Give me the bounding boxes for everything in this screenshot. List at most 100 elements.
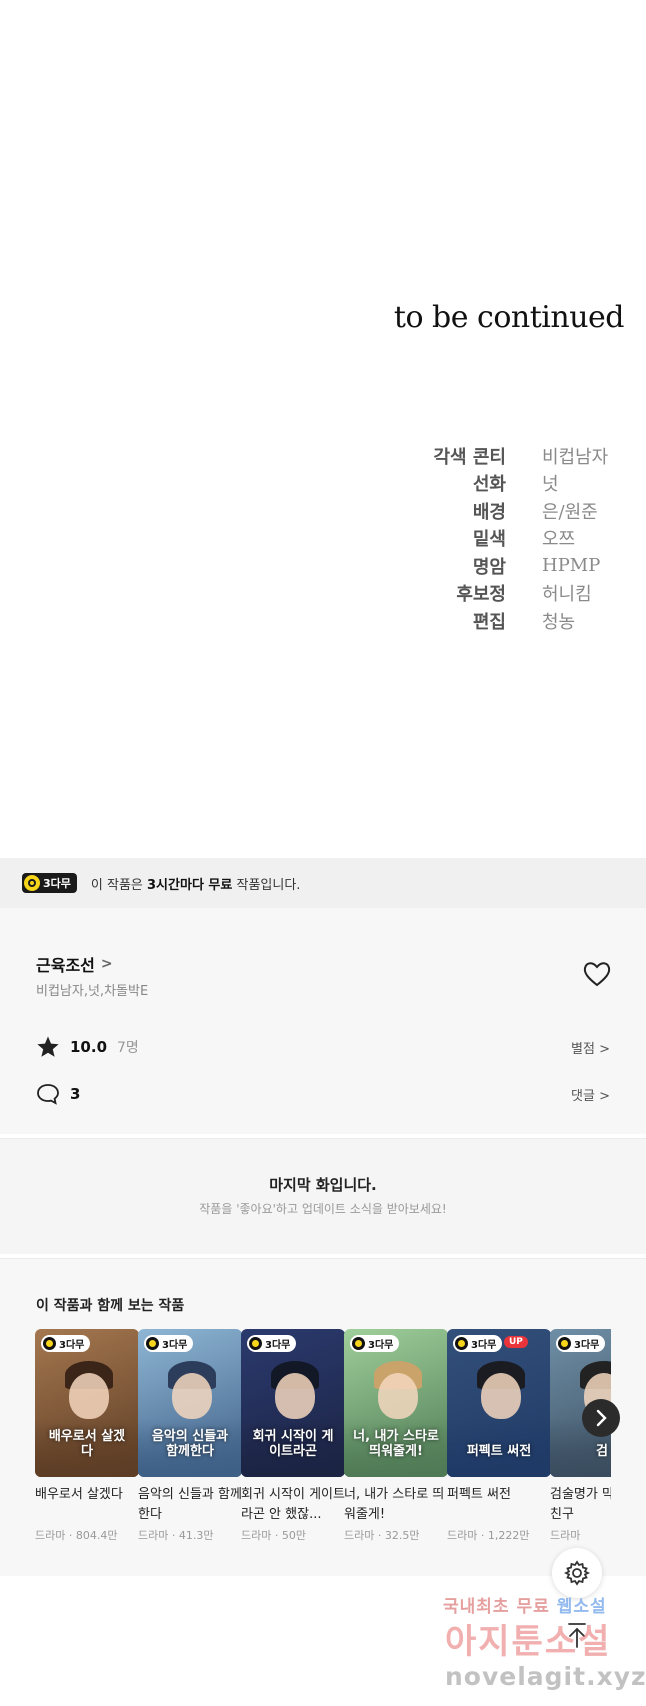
chevron-right-icon: >: [100, 956, 113, 972]
last-episode-subtitle: 작품을 '좋아요'하고 업데이트 소식을 받아보세요!: [199, 1202, 447, 1216]
credit-row: 선화 넛: [420, 470, 608, 498]
credit-name: 청농: [542, 611, 576, 633]
card-meta: 드라마 · 50만: [241, 1529, 306, 1542]
thumbnail-title: 너, 내가 스타로 띄워줄게!: [353, 1429, 439, 1459]
credit-role: 명암: [472, 556, 506, 578]
work-authors: 비컵남자,넛,차돌박E: [36, 984, 149, 999]
recommendation-card[interactable]: 회귀 시작이 게이트라곤 3다무회귀 시작이 게이트라곤 안 했잖... 드라마 ·…: [241, 1329, 345, 1543]
rating-count: 7명: [117, 1040, 139, 1056]
thumbnail-art: [378, 1373, 418, 1419]
free-banner-text: 이 작품은 3시간마다 무료 작품입니다.: [91, 874, 301, 893]
last-episode-title: 마지막 화입니다.: [269, 1176, 377, 1194]
clock-icon: [455, 1337, 468, 1350]
comment-row: 3: [36, 1082, 80, 1106]
recommendation-card[interactable]: 너, 내가 스타로 띄워줄게! 3다무너, 내가 스타로 띄워줄게! 드라마 · 3…: [344, 1329, 448, 1543]
recommendation-card[interactable]: 음악의 신들과 함께한다 3다무음악의 신들과 함께한다드라마 · 41.3만: [138, 1329, 242, 1543]
thumbnail-title: 퍼펙트 써전: [466, 1444, 532, 1459]
to-be-continued-text: to be continued: [393, 300, 625, 335]
badge-label: 3다무: [574, 1340, 600, 1351]
work-info-section: [0, 908, 646, 1134]
rating-value: 10.0: [70, 1038, 108, 1056]
comment-icon: [37, 1084, 59, 1105]
rating-link[interactable]: 별점 >: [571, 1038, 610, 1057]
credit-row: 배경 은/원준: [420, 497, 608, 525]
free-text-suffix: 작품입니다.: [232, 877, 301, 893]
watermark-line-3: novelagit.xyz: [445, 1662, 646, 1691]
credit-role: 선화: [472, 474, 506, 496]
up-badge: UP: [504, 1336, 528, 1348]
rating-row: 10.0 7명: [36, 1035, 139, 1059]
watermark-line-2: 아지툰소설: [445, 1622, 612, 1662]
comments-link[interactable]: 댓글 >: [571, 1085, 610, 1104]
recommendation-card[interactable]: 배우로서 살겠다 3다무배우로서 살겠다드라마 · 804.4만: [35, 1329, 139, 1543]
recommendations-heading: 이 작품과 함께 보는 작품: [36, 1298, 185, 1314]
3-da-mu-badge: 3다무: [556, 1335, 606, 1352]
thumbnail-title: 검: [596, 1444, 608, 1459]
credit-role: 후보정: [456, 584, 506, 606]
clock-icon: [249, 1337, 262, 1350]
gear-icon: [564, 1560, 590, 1586]
credit-row: 명암 HPMP: [420, 552, 608, 580]
credit-role: 배경: [472, 501, 506, 523]
work-title: 근육조선: [36, 956, 95, 975]
credit-role: 각색 콘티: [433, 446, 506, 468]
comment-count: 3: [70, 1085, 81, 1103]
card-thumbnail: 음악의 신들과 함께한다 3다무: [138, 1329, 242, 1477]
heart-icon: [583, 962, 611, 987]
chevron-right-icon: [596, 1409, 607, 1427]
credit-name: 허니킴: [542, 584, 592, 606]
credit-row: 각색 콘티 비컵남자: [420, 442, 608, 470]
badge-label: 3다무: [43, 877, 71, 890]
card-meta: 드라마 · 32.5만: [344, 1529, 420, 1542]
clock-icon: [24, 875, 40, 891]
thumbnail-title: 음악의 신들과 함께한다: [151, 1429, 229, 1459]
carousel-next-button[interactable]: [582, 1399, 620, 1437]
credit-row: 편집 청농: [420, 607, 608, 635]
thumbnail-art: [275, 1373, 315, 1419]
card-thumbnail: 퍼펙트 써전 3다무 UP: [447, 1329, 551, 1477]
3-da-mu-badge: 3다무: [350, 1335, 400, 1352]
badge-label: 3다무: [265, 1340, 291, 1351]
card-meta: 드라마 · 1,222만: [447, 1529, 530, 1542]
card-title: 음악의 신들과 함께한다: [138, 1487, 242, 1522]
clock-icon: [558, 1337, 571, 1350]
card-meta: 드라마 · 41.3만: [138, 1529, 214, 1542]
badge-label: 3다무: [162, 1340, 188, 1351]
card-thumbnail: 너, 내가 스타로 띄워줄게! 3다무: [344, 1329, 448, 1477]
credit-name: HPMP: [542, 555, 601, 577]
settings-button[interactable]: [552, 1548, 602, 1598]
credits-table: 각색 콘티 비컵남자 선화 넛 배경 은/원준밑색 오쯔명암 HPMP 후보정 허니킴편집 청농: [420, 442, 608, 635]
clock-icon: [146, 1337, 159, 1350]
card-meta: 드라마 · 804.4만: [35, 1529, 118, 1542]
thumbnail-title: 회귀 시작이 게이트라곤: [252, 1429, 334, 1459]
credit-role: 편집: [472, 611, 506, 633]
thumbnail-art: [481, 1373, 521, 1419]
clock-icon: [352, 1337, 365, 1350]
credit-row: 밑색 오쯔: [420, 525, 608, 553]
credit-name: 오쯔: [542, 529, 576, 551]
credit-name: 비컵남자: [542, 446, 609, 468]
watermark: 국내최초 무료 웹소설 아지툰소설 novelagit.xyz: [443, 1592, 646, 1702]
3-da-mu-badge: 3다무: [247, 1335, 297, 1352]
card-thumbnail: 배우로서 살겠다 3다무: [35, 1329, 139, 1477]
card-title: 너, 내가 스타로 띄워줄게!: [344, 1487, 445, 1522]
credit-row: 후보정 허니킴: [420, 580, 608, 608]
thumbnail-art: [69, 1373, 109, 1419]
card-title: 배우로서 살겠다: [35, 1487, 123, 1502]
recommendation-card[interactable]: 퍼펙트 써전 3다무 UP 퍼펙트 써전드라마 · 1,222만: [447, 1329, 551, 1543]
card-thumbnail: 회귀 시작이 게이트라곤 3다무: [241, 1329, 345, 1477]
free-text-bold: 3시간마다 무료: [147, 877, 233, 893]
work-title-link[interactable]: 근육조선 >: [36, 952, 113, 976]
last-episode-box: [0, 1138, 646, 1254]
recommendations-carousel: 배우로서 살겠다 3다무 배우로서 살겠다 드라마 · 804.4만 음악의 신들과 함…: [35, 1329, 611, 1549]
episode-end-area: to be continued 각색 콘티 비컵남자 선화 넛 배경 은/원준 밑색 오쯔 명암…: [0, 0, 646, 858]
free-text-prefix: 이 작품은: [90, 877, 148, 893]
credit-role: 밑색: [472, 529, 506, 551]
card-title: 검술명가 막내아들 친구: [550, 1487, 611, 1522]
card-title: 회귀 시작이 게이트라곤 안 했잖...: [241, 1487, 345, 1522]
badge-label: 3다무: [368, 1340, 394, 1351]
badge-label: 3다무: [59, 1340, 85, 1351]
like-button[interactable]: [582, 960, 612, 988]
star-icon: [37, 1036, 59, 1057]
thumbnail-art: [172, 1373, 212, 1419]
